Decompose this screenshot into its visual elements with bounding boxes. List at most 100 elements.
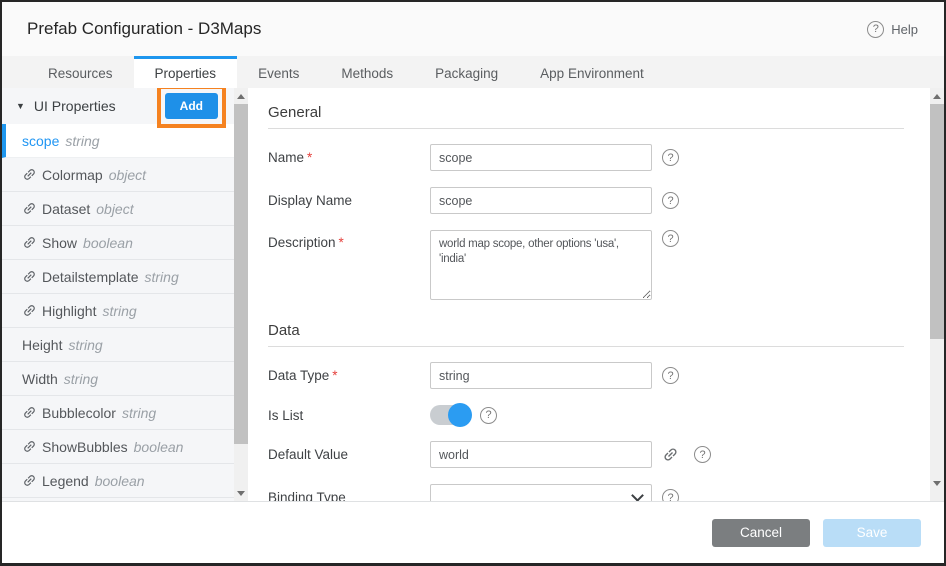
help-icon[interactable]: ? (480, 407, 497, 424)
field-label: Default Value (268, 447, 430, 462)
form-area: GeneralName*?Display Name?Description*wo… (248, 88, 930, 501)
required-asterisk: * (307, 150, 312, 165)
link-icon (19, 198, 40, 219)
form-row-display-name: Display Name? (268, 187, 904, 214)
property-item-detailstemplate[interactable]: Detailstemplatestring (2, 260, 234, 294)
property-item-show[interactable]: Showboolean (2, 226, 234, 260)
cancel-button[interactable]: Cancel (712, 519, 810, 547)
form-row-default-value: Default Value ? (268, 441, 904, 468)
tab-packaging[interactable]: Packaging (414, 56, 519, 88)
tab-app-environment[interactable]: App Environment (519, 56, 665, 88)
field-label: Description* (268, 230, 430, 250)
required-asterisk: * (332, 368, 337, 383)
property-type: string (64, 371, 98, 387)
binding-type-select[interactable] (430, 484, 652, 501)
scroll-down-icon[interactable] (930, 475, 944, 491)
default-value-input[interactable] (430, 441, 652, 468)
add-button[interactable]: Add (165, 93, 218, 119)
property-type: string (122, 405, 156, 421)
tab-events[interactable]: Events (237, 56, 320, 88)
name-input[interactable] (430, 144, 652, 171)
help-icon[interactable]: ? (662, 489, 679, 501)
field-label: Binding Type (268, 490, 430, 501)
property-item-colormap[interactable]: Colormapobject (2, 158, 234, 192)
sidebar-scrollbar[interactable] (234, 88, 248, 501)
bind-link-icon[interactable] (658, 442, 682, 466)
property-name: scope (22, 133, 59, 149)
property-type: object (96, 201, 133, 217)
field-control: world map scope, other options 'usa', 'i… (430, 230, 679, 300)
property-item-highlight[interactable]: Highlight string (2, 294, 234, 328)
property-item-height[interactable]: Height string (2, 328, 234, 362)
scroll-down-icon[interactable] (234, 485, 248, 501)
property-item-legend[interactable]: Legendboolean (2, 464, 234, 498)
field-label: Display Name (268, 193, 430, 208)
help-icon[interactable]: ? (662, 367, 679, 384)
field-control: ? (430, 484, 679, 501)
help-icon[interactable]: ? (662, 149, 679, 166)
field-label: Data Type* (268, 368, 430, 383)
property-name: Colormap (42, 167, 103, 183)
property-name: ShowBubbles (42, 439, 128, 455)
toggle-knob (448, 403, 472, 427)
sidebar-panel: ▼ UI Properties Add scope string Colormap… (2, 88, 234, 501)
link-icon (19, 436, 40, 457)
form-row-data-type: Data Type*? (268, 362, 904, 389)
section-title-data: Data (268, 316, 904, 347)
display-name-input[interactable] (430, 187, 652, 214)
property-name: Show (42, 235, 77, 251)
help-icon[interactable]: ? (694, 446, 711, 463)
main-scrollbar-thumb[interactable] (930, 104, 944, 339)
form-row-binding-type: Binding Type? (268, 484, 904, 501)
property-type: string (68, 337, 102, 353)
help-icon[interactable]: ? (662, 230, 679, 247)
save-button[interactable]: Save (823, 519, 921, 547)
link-icon (19, 266, 40, 287)
ui-properties-label: UI Properties (34, 98, 165, 114)
sidebar-scrollbar-thumb[interactable] (234, 104, 248, 444)
data-type-input[interactable] (430, 362, 652, 389)
help-icon: ? (867, 21, 884, 38)
property-item-width[interactable]: Width string (2, 362, 234, 396)
main-scrollbar[interactable] (930, 88, 944, 501)
caret-down-icon[interactable]: ▼ (16, 101, 25, 111)
property-item-dataset[interactable]: Dataset object (2, 192, 234, 226)
help-icon[interactable]: ? (662, 192, 679, 209)
scroll-up-icon[interactable] (930, 88, 944, 104)
property-name: Dataset (42, 201, 90, 217)
is-list-toggle[interactable] (430, 405, 470, 425)
field-control: ? (430, 405, 497, 425)
tab-bar: ResourcesPropertiesEventsMethodsPackagin… (2, 56, 944, 88)
link-icon (19, 300, 40, 321)
tab-methods[interactable]: Methods (320, 56, 414, 88)
field-label-text: Binding Type (268, 490, 346, 501)
property-type: string (65, 133, 99, 149)
property-name: Highlight (42, 303, 96, 319)
property-type: boolean (95, 473, 145, 489)
field-label-text: Default Value (268, 447, 348, 462)
field-label-text: Display Name (268, 193, 352, 208)
scroll-up-icon[interactable] (234, 88, 248, 104)
tab-resources[interactable]: Resources (27, 56, 134, 88)
description-textarea[interactable]: world map scope, other options 'usa', 'i… (430, 230, 652, 300)
add-button-wrapper: Add (165, 93, 218, 119)
field-label: Name* (268, 150, 430, 165)
property-type: string (102, 303, 136, 319)
dialog-title: Prefab Configuration - D3Maps (27, 19, 261, 39)
property-name: Height (22, 337, 62, 353)
property-item-showbubbles[interactable]: ShowBubblesboolean (2, 430, 234, 464)
dialog-header: Prefab Configuration - D3Maps ? Help (2, 2, 944, 56)
field-control: ? (430, 187, 679, 214)
help-label: Help (891, 22, 918, 37)
property-name: Width (22, 371, 58, 387)
property-name: Bubblecolor (42, 405, 116, 421)
field-label-text: Is List (268, 408, 303, 423)
help-button[interactable]: ? Help (867, 21, 918, 38)
property-item-bubblecolor[interactable]: Bubblecolor string (2, 396, 234, 430)
property-item-scope[interactable]: scope string (2, 124, 234, 158)
link-icon (19, 470, 40, 491)
field-label-text: Description (268, 235, 336, 250)
tab-properties[interactable]: Properties (134, 56, 238, 88)
chevron-down-icon (631, 489, 644, 501)
field-label-text: Name (268, 150, 304, 165)
